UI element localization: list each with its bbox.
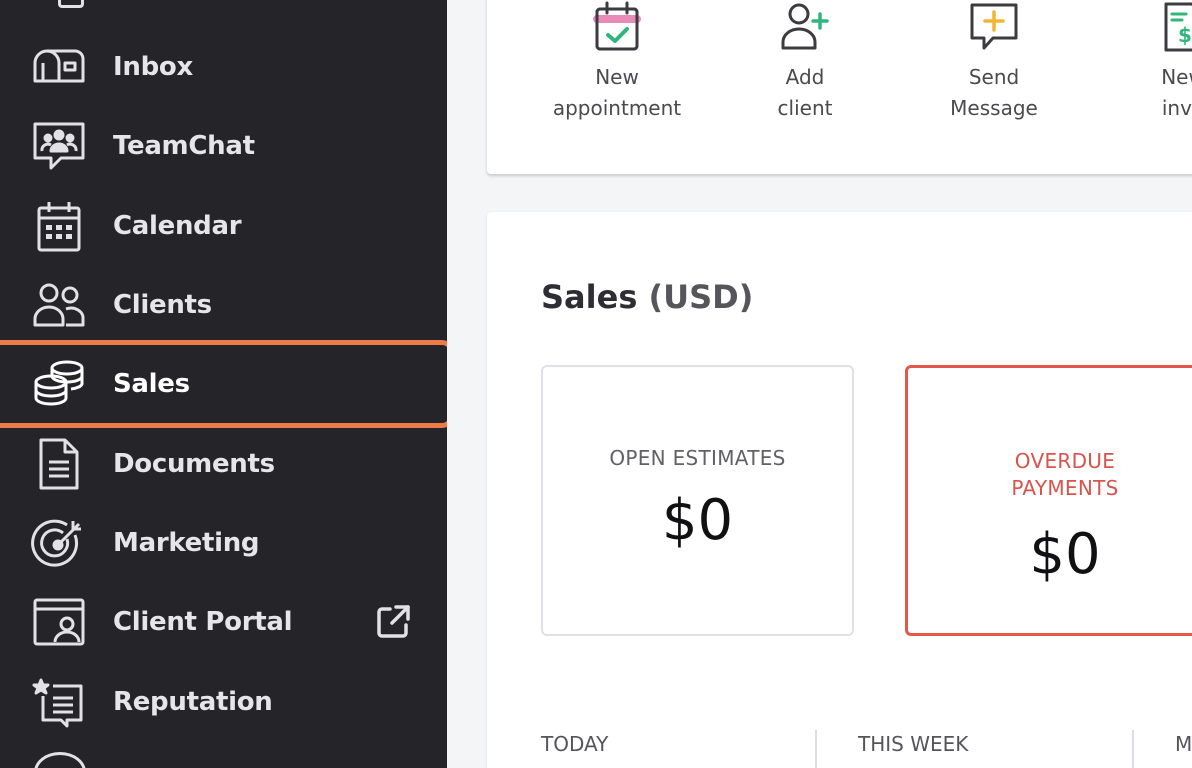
quick-actions-panel: New appointment Add client Send Message …: [487, 0, 1192, 174]
quick-action-label: appointment: [552, 96, 682, 120]
sidebar-item-reputation[interactable]: Reputation: [0, 662, 447, 742]
open-estimates-value: $0: [661, 488, 734, 553]
overdue-label-line: PAYMENTS: [1011, 476, 1119, 500]
divider: [1132, 730, 1134, 768]
quick-action-label: client: [777, 96, 833, 120]
client-portal-icon: [30, 596, 88, 648]
sidebar-item-label: Documents: [113, 449, 275, 479]
overdue-payments-card[interactable]: OVERDUE PAYMENTS $0: [905, 365, 1192, 636]
sidebar-item-label: Sales: [113, 369, 190, 399]
quick-action-label: Message: [950, 96, 1038, 120]
overdue-payments-label: OVERDUE PAYMENTS: [908, 448, 1192, 502]
sidebar-item-clients[interactable]: Clients: [0, 265, 447, 345]
sidebar-item-label: Reputation: [113, 687, 273, 717]
sales-title-text: Sales: [541, 278, 638, 316]
send-message-button[interactable]: Send Message: [899, 0, 1089, 124]
quick-action-label: New: [595, 65, 639, 89]
documents-icon: [30, 438, 88, 490]
inbox-icon: [30, 41, 88, 93]
reputation-icon: [30, 676, 88, 728]
quick-action-label: invo: [1161, 96, 1192, 120]
sidebar-item-client-portal[interactable]: Client Portal: [0, 582, 447, 662]
quick-action-label: New: [1161, 65, 1192, 89]
divider: [815, 730, 817, 768]
period-today[interactable]: TODAY: [541, 732, 608, 756]
period-month[interactable]: M: [1175, 732, 1192, 756]
sidebar: Inbox TeamChat Calendar Clients Sales Do…: [0, 0, 447, 768]
calendar-icon: [30, 200, 88, 252]
sales-panel: Sales (USD) OPEN ESTIMATES $0 OVERDUE PA…: [487, 212, 1192, 768]
sidebar-item-label: Client Portal: [113, 607, 293, 637]
sidebar-item-sales[interactable]: Sales: [0, 340, 447, 428]
external-link-icon[interactable]: [374, 603, 412, 641]
svg-text:$: $: [1178, 23, 1192, 47]
sidebar-item-calendar[interactable]: Calendar: [0, 186, 447, 266]
add-client-button[interactable]: Add client: [710, 0, 900, 124]
team-chat-icon: [30, 120, 88, 172]
overdue-label-line: OVERDUE: [1014, 449, 1116, 473]
sidebar-item-label: Marketing: [113, 528, 260, 558]
quick-action-label: Add: [785, 65, 825, 89]
currency-unit: (USD): [648, 278, 754, 316]
period-this-week[interactable]: THIS WEEK: [858, 732, 968, 756]
sidebar-item-marketing[interactable]: Marketing: [0, 503, 447, 583]
new-appointment-button[interactable]: New appointment: [522, 0, 712, 124]
sidebar-item-label: Clients: [113, 290, 212, 320]
sales-title: Sales (USD): [541, 278, 753, 316]
invoice-icon: $: [1164, 2, 1192, 52]
partial-nav-icon: [34, 752, 86, 768]
sidebar-item-teamchat[interactable]: TeamChat: [0, 106, 447, 186]
new-invoice-button[interactable]: $ New invo: [1088, 0, 1192, 124]
sidebar-item-inbox[interactable]: Inbox: [0, 27, 447, 107]
message-add-icon: [970, 3, 1018, 50]
sidebar-item-label: TeamChat: [113, 131, 255, 161]
sidebar-item-documents[interactable]: Documents: [0, 424, 447, 504]
partial-nav-icon: [58, 0, 84, 8]
calendar-check-icon: [593, 1, 641, 51]
add-user-icon: [781, 3, 829, 50]
clients-icon: [30, 279, 88, 331]
sidebar-item-label: Calendar: [113, 211, 242, 241]
open-estimates-card[interactable]: OPEN ESTIMATES $0: [541, 365, 854, 636]
sales-icon: [30, 358, 88, 410]
sidebar-item-label: Inbox: [113, 52, 193, 82]
open-estimates-label: OPEN ESTIMATES: [609, 446, 786, 470]
marketing-icon: [30, 517, 88, 569]
quick-action-label: Send: [968, 65, 1020, 89]
overdue-payments-value: $0: [1029, 522, 1101, 587]
